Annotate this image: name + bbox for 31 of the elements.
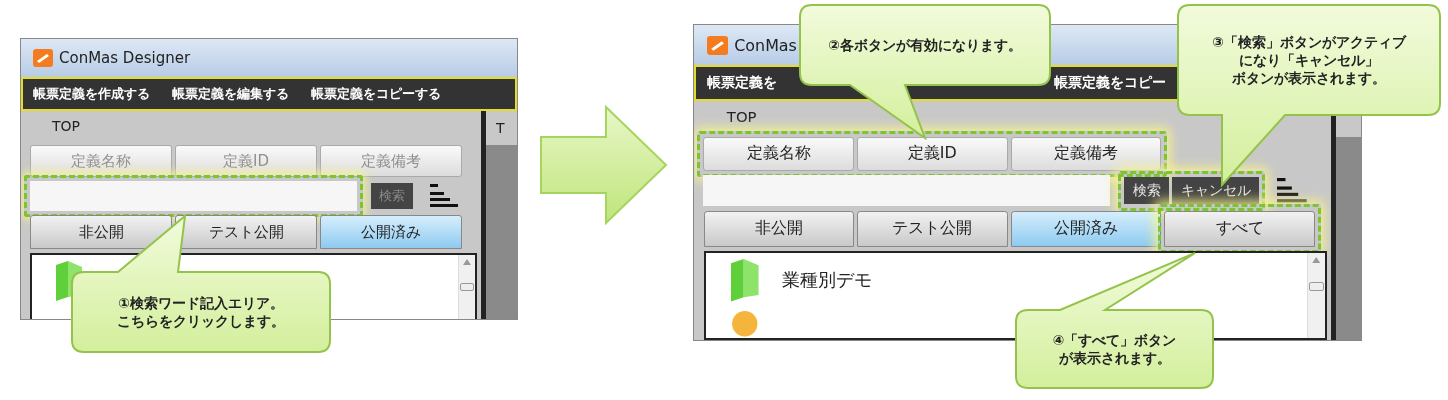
tab[interactable]: 非公開 [703,210,855,247]
field-button[interactable]: 定義ID [857,136,1008,171]
tab[interactable]: 公開済み [320,215,462,249]
breadcrumb[interactable]: TOP [726,108,757,126]
panel-header: T [496,120,505,136]
menu-item[interactable]: 帳票定義を編集する [172,85,289,103]
field-button[interactable]: 定義備考 [1010,136,1162,171]
callout-text: ③「検索」ボタンがアクティブ [1212,32,1406,51]
callout-text: ②各ボタンが有効になります。 [828,35,1022,55]
callout-text: ボタンが表示されます。 [1232,69,1386,88]
tab[interactable]: テスト公開 [857,210,1008,247]
tab[interactable]: テスト公開 [175,215,317,249]
field-button[interactable]: 定義名称 [703,136,854,171]
window-title: ConMas [734,35,797,55]
tab[interactable]: 非公開 [30,215,172,249]
callout-text: が表示されます。 [1058,349,1171,368]
callout-text: ①検索ワード記入エリア。 [118,293,284,312]
callout-text: ④「すべて」ボタン [1052,330,1177,349]
breadcrumb[interactable]: TOP [52,118,80,134]
search-button[interactable]: キャンセル [1172,176,1260,205]
menu-item[interactable]: 帳票定義をコピー [1054,74,1167,93]
tab[interactable]: 公開済み [1010,210,1162,247]
menu-item[interactable]: 帳票定義を作成する [33,85,150,103]
search-button[interactable]: 検索 [1124,176,1170,205]
menu-item[interactable]: 帳票定義を [706,74,777,93]
window-title: ConMas Designer [59,49,191,67]
menu-item[interactable]: 帳票定義をコピーする [311,85,441,103]
callout-text: こちらをクリックします。 [117,312,285,331]
list-item[interactable]: 業種別デモ [781,268,872,293]
all-button[interactable]: すべて [1164,210,1315,247]
callout-text: になり「キャンセル」 [1239,50,1379,70]
